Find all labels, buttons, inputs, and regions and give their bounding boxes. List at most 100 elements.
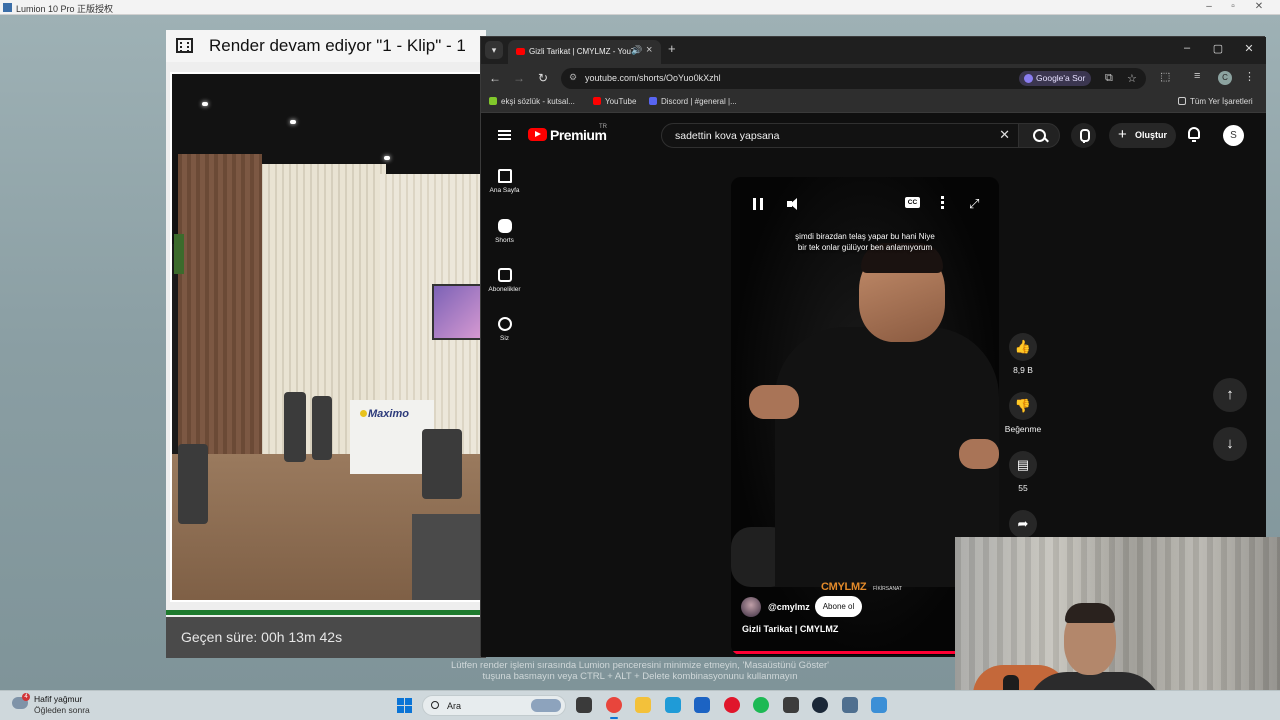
minimize-icon[interactable]: – bbox=[1179, 42, 1195, 54]
video-title[interactable]: Gizli Tarikat | CMYLMZ bbox=[742, 624, 838, 634]
notifications-bell-icon[interactable] bbox=[1188, 127, 1200, 142]
taskbar-search-placeholder: Ara bbox=[447, 701, 462, 711]
sofa bbox=[412, 514, 480, 600]
render-title: Render devam ediyor "1 - Klip" - 1 bbox=[209, 36, 466, 55]
channel-handle[interactable]: @cmylmz bbox=[768, 602, 810, 612]
plus-icon: + bbox=[1118, 126, 1127, 143]
lumion-icon[interactable] bbox=[841, 697, 858, 713]
chrome-icon[interactable] bbox=[605, 697, 622, 719]
all-bookmarks[interactable]: Tüm Yer İşaretleri bbox=[1178, 97, 1253, 106]
subscribe-button[interactable]: Abone ol bbox=[815, 596, 862, 617]
taskbar-search[interactable]: Ara bbox=[422, 695, 566, 716]
search-input[interactable]: sadettin kova yapsana ✕ bbox=[661, 123, 1019, 148]
profile-avatar[interactable]: C bbox=[1218, 71, 1232, 85]
like-count: 8,9 B bbox=[1013, 365, 1033, 375]
nav-subscriptions[interactable]: Abonelikler bbox=[481, 268, 528, 293]
windows-start-icon[interactable] bbox=[397, 698, 412, 713]
youtube-brand[interactable]: Premium bbox=[550, 127, 607, 143]
outlook-icon[interactable] bbox=[694, 697, 710, 713]
spotify-icon[interactable] bbox=[753, 697, 769, 713]
weather-condition[interactable]: Hafif yağmur bbox=[34, 694, 82, 704]
tab-youtube[interactable]: Gizli Tarikat | CMYLMZ - YouTube 🔊 × bbox=[508, 40, 661, 64]
file-explorer-icon[interactable] bbox=[635, 697, 651, 713]
folder-icon bbox=[1178, 97, 1186, 105]
reload-icon[interactable]: ↻ bbox=[535, 71, 551, 85]
tv-screen bbox=[432, 284, 480, 340]
task-view-icon[interactable] bbox=[576, 697, 592, 713]
menu-icon[interactable]: ⋮ bbox=[1244, 70, 1255, 83]
comments-button[interactable]: ▤ 55 bbox=[1003, 451, 1043, 493]
nav-you[interactable]: Siz bbox=[481, 317, 528, 342]
steam-icon[interactable] bbox=[812, 697, 828, 713]
address-bar[interactable]: ⚙ youtube.com/shorts/OoYuo0kXzhl Google'… bbox=[561, 68, 1146, 89]
home-icon bbox=[497, 169, 512, 183]
voice-search-button[interactable] bbox=[1071, 123, 1096, 148]
extensions-icon[interactable]: ⬚ bbox=[1160, 70, 1170, 83]
youtube-logo-icon[interactable] bbox=[528, 128, 547, 141]
minimize-icon[interactable]: – bbox=[1202, 1, 1216, 12]
render-notice: Lütfen render işlemi sırasında Lumion pe… bbox=[451, 660, 829, 682]
maximize-icon[interactable]: ▫ bbox=[1226, 1, 1240, 12]
share-icon: ➦ bbox=[1009, 510, 1037, 538]
tab-close-icon[interactable]: × bbox=[646, 44, 652, 56]
ask-google-button[interactable]: Google'a Sor bbox=[1019, 71, 1092, 86]
close-icon[interactable]: ✕ bbox=[1241, 42, 1257, 55]
bookmark-star-icon[interactable]: ☆ bbox=[1127, 72, 1137, 85]
app-icon[interactable] bbox=[871, 697, 887, 713]
bookmark-item[interactable]: Discord | #general |... bbox=[649, 97, 737, 106]
bookmark-favicon-icon bbox=[489, 97, 497, 105]
thumbs-down-icon: 👎 bbox=[1009, 392, 1037, 420]
tab-search-icon[interactable]: ▾ bbox=[485, 41, 503, 59]
dislike-label: Beğenme bbox=[1004, 424, 1042, 434]
audio-playing-icon[interactable]: 🔊 bbox=[631, 45, 642, 56]
opera-icon[interactable] bbox=[723, 697, 740, 713]
shorts-icon bbox=[497, 219, 512, 233]
create-button[interactable]: + Oluştur bbox=[1109, 123, 1176, 148]
comment-count: 55 bbox=[1018, 483, 1028, 493]
clear-search-icon[interactable]: ✕ bbox=[999, 127, 1010, 143]
nav-shorts[interactable]: Shorts bbox=[481, 219, 528, 244]
address-url[interactable]: youtube.com/shorts/OoYuo0kXzhl bbox=[585, 73, 721, 83]
elapsed-time: Geçen süre: 00h 13m 42s bbox=[181, 629, 343, 645]
channel-avatar[interactable] bbox=[741, 597, 761, 617]
weather-badge: 4 bbox=[22, 693, 30, 701]
captions-button[interactable]: CC bbox=[905, 197, 920, 208]
youtube-favicon-icon bbox=[516, 48, 525, 55]
search-button[interactable] bbox=[1018, 123, 1060, 148]
forward-icon[interactable]: → bbox=[511, 71, 527, 85]
cast-icon[interactable]: ⧉ bbox=[1105, 72, 1113, 85]
video-progress-bar bbox=[731, 651, 962, 654]
lumion-logo-icon bbox=[3, 3, 12, 12]
pause-icon[interactable] bbox=[753, 198, 763, 210]
dislike-button[interactable]: 👎 Beğenme bbox=[1003, 392, 1043, 434]
you-icon bbox=[497, 317, 512, 331]
hamburger-menu-icon[interactable] bbox=[498, 130, 511, 140]
lumion-title-bar: Lumion 10 Pro 正版授权 – ▫ ✕ bbox=[0, 0, 1280, 15]
more-options-icon[interactable] bbox=[941, 196, 944, 209]
site-info-icon[interactable]: ⚙ bbox=[569, 72, 577, 83]
region-code: TR bbox=[599, 124, 607, 130]
search-highlight-icon bbox=[531, 699, 561, 712]
like-button[interactable]: 👍 8,9 B bbox=[1003, 333, 1043, 375]
app-icon[interactable] bbox=[782, 697, 799, 713]
bookmark-item[interactable]: YouTube bbox=[593, 97, 636, 106]
bookmark-item[interactable]: ekşi sözlük - kutsal... bbox=[489, 97, 575, 106]
next-short-button[interactable]: ↓ bbox=[1213, 427, 1247, 461]
back-icon[interactable]: ← bbox=[487, 71, 503, 85]
account-avatar[interactable]: S bbox=[1223, 125, 1244, 146]
close-icon[interactable]: ✕ bbox=[1252, 1, 1266, 12]
weather-time[interactable]: Öğleden sonra bbox=[34, 705, 90, 715]
nav-home[interactable]: Ana Sayfa bbox=[481, 169, 528, 194]
new-tab-icon[interactable]: + bbox=[668, 41, 676, 56]
maximize-icon[interactable]: ▢ bbox=[1210, 42, 1226, 55]
browser-toolbar: ← → ↻ ⚙ youtube.com/shorts/OoYuo0kXzhl G… bbox=[481, 64, 1266, 93]
edge-icon[interactable] bbox=[664, 697, 681, 713]
media-control-icon[interactable]: ≡ bbox=[1194, 70, 1200, 82]
tab-strip: ▾ Gizli Tarikat | CMYLMZ - YouTube 🔊 × +… bbox=[481, 37, 1266, 64]
render-footer: Geçen süre: 00h 13m 42s bbox=[166, 617, 486, 658]
fullscreen-icon[interactable]: ⤢ bbox=[969, 197, 979, 210]
preview-logo: Maximo bbox=[368, 408, 409, 420]
previous-short-button[interactable]: ↑ bbox=[1213, 378, 1247, 412]
video-caption: şimdi birazdan telaş yapar bu hani Niye … bbox=[795, 232, 935, 252]
search-query[interactable]: sadettin kova yapsana bbox=[675, 130, 780, 142]
